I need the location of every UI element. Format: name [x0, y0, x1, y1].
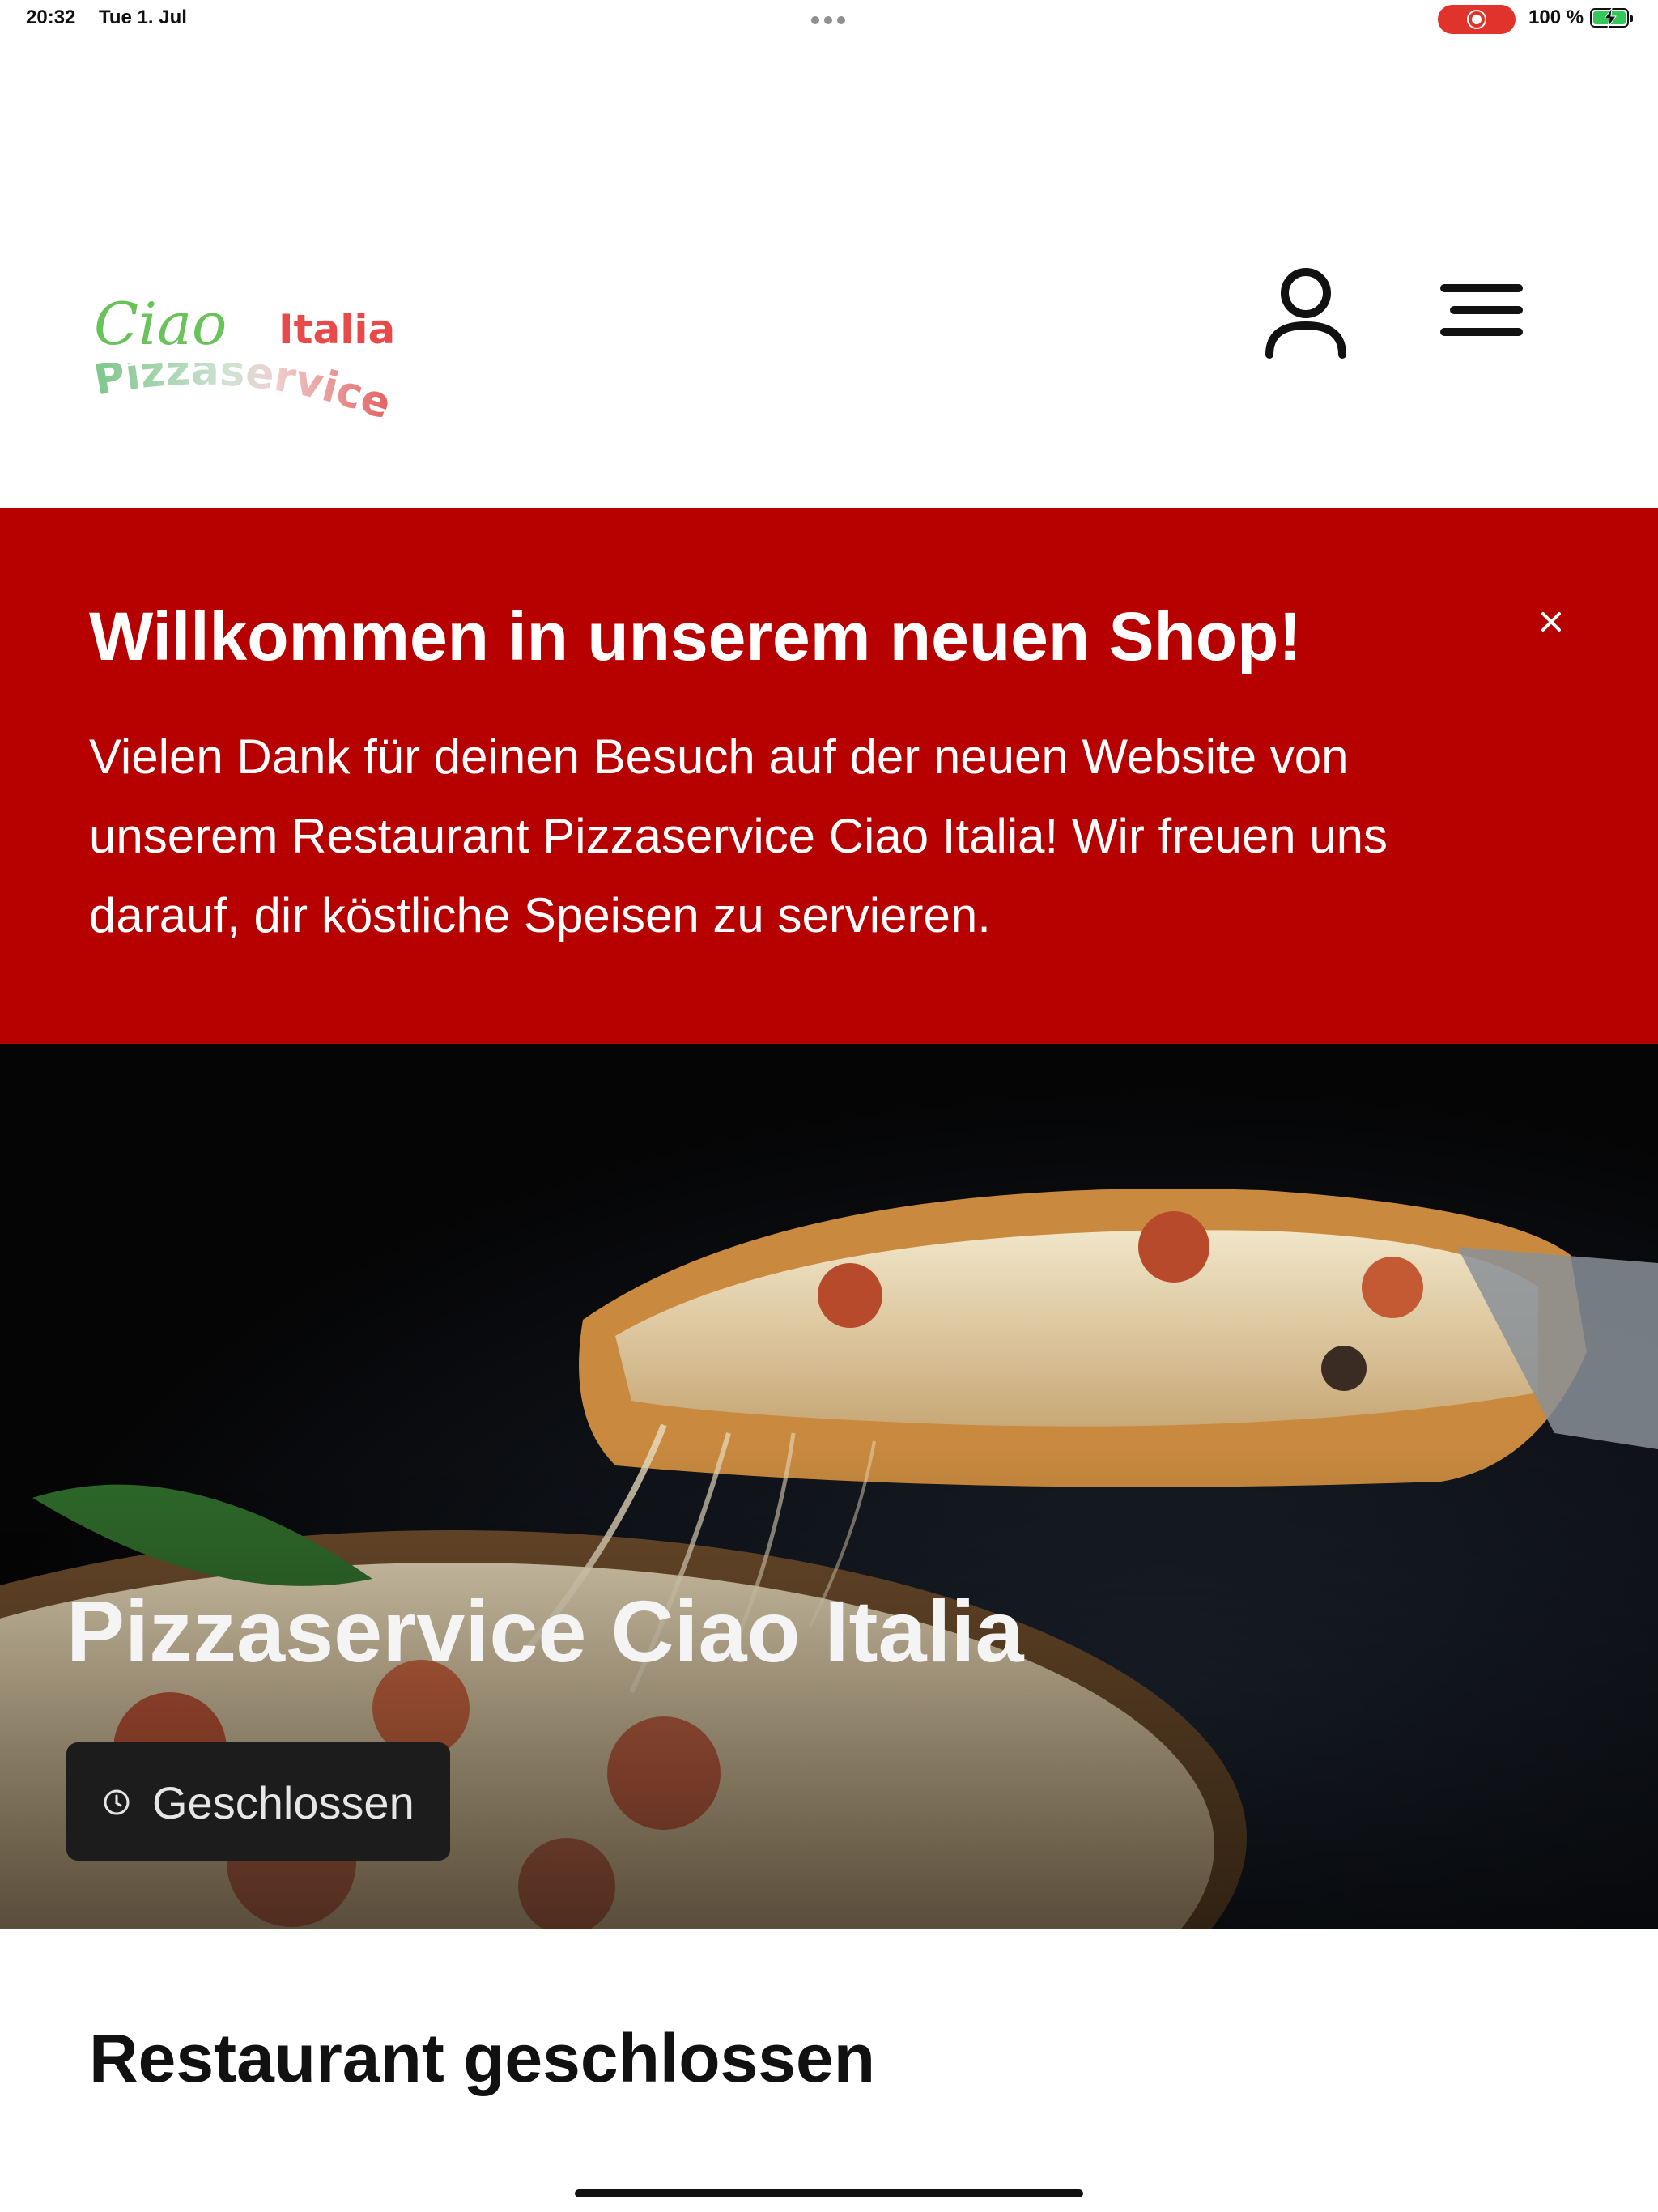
status-date: Tue 1. Jul [99, 6, 187, 28]
logo[interactable]: Ciao Italia Pizzaservice [89, 257, 413, 436]
screen-recording-icon[interactable] [1438, 5, 1516, 34]
close-icon[interactable] [1532, 602, 1571, 641]
hero-title: Pizzaservice Ciao Italia [66, 1582, 1024, 1680]
battery-percentage: 100 % [1528, 6, 1584, 28]
announcement-body: Vielen Dank für deinen Besuch auf der ne… [89, 730, 1388, 942]
status-bar: 20:32 Tue 1. Jul 100 % [0, 0, 1658, 39]
announcement-title: Willkommen in unserem neuen Shop! [89, 598, 1302, 674]
opening-status-label: Geschlossen [152, 1777, 414, 1828]
restaurant-closed-heading: Restaurant geschlossen [89, 2020, 876, 2096]
battery-icon [1590, 7, 1633, 28]
logo-word-pizzaservice: Pizzaservice [91, 363, 397, 429]
svg-text:Pizzaservice: Pizzaservice [91, 363, 397, 429]
status-time: 20:32 [26, 6, 76, 28]
logo-word-italia: Italia [278, 306, 396, 353]
announcement-banner: Willkommen in unserem neuen Shop! Vielen… [0, 508, 1658, 1044]
hamburger-menu-icon[interactable] [1433, 274, 1530, 347]
clock-icon [104, 1789, 130, 1815]
opening-status-badge: Geschlossen [66, 1742, 450, 1861]
home-indicator[interactable] [575, 2189, 1083, 2197]
logo-word-ciao: Ciao [94, 290, 227, 358]
site-header: Ciao Italia Pizzaservice [0, 39, 1658, 508]
hero-section: Pizzaservice Ciao Italia Geschlossen [0, 1044, 1658, 1929]
account-icon[interactable] [1253, 257, 1358, 363]
multitasking-dots-icon[interactable] [811, 16, 845, 24]
